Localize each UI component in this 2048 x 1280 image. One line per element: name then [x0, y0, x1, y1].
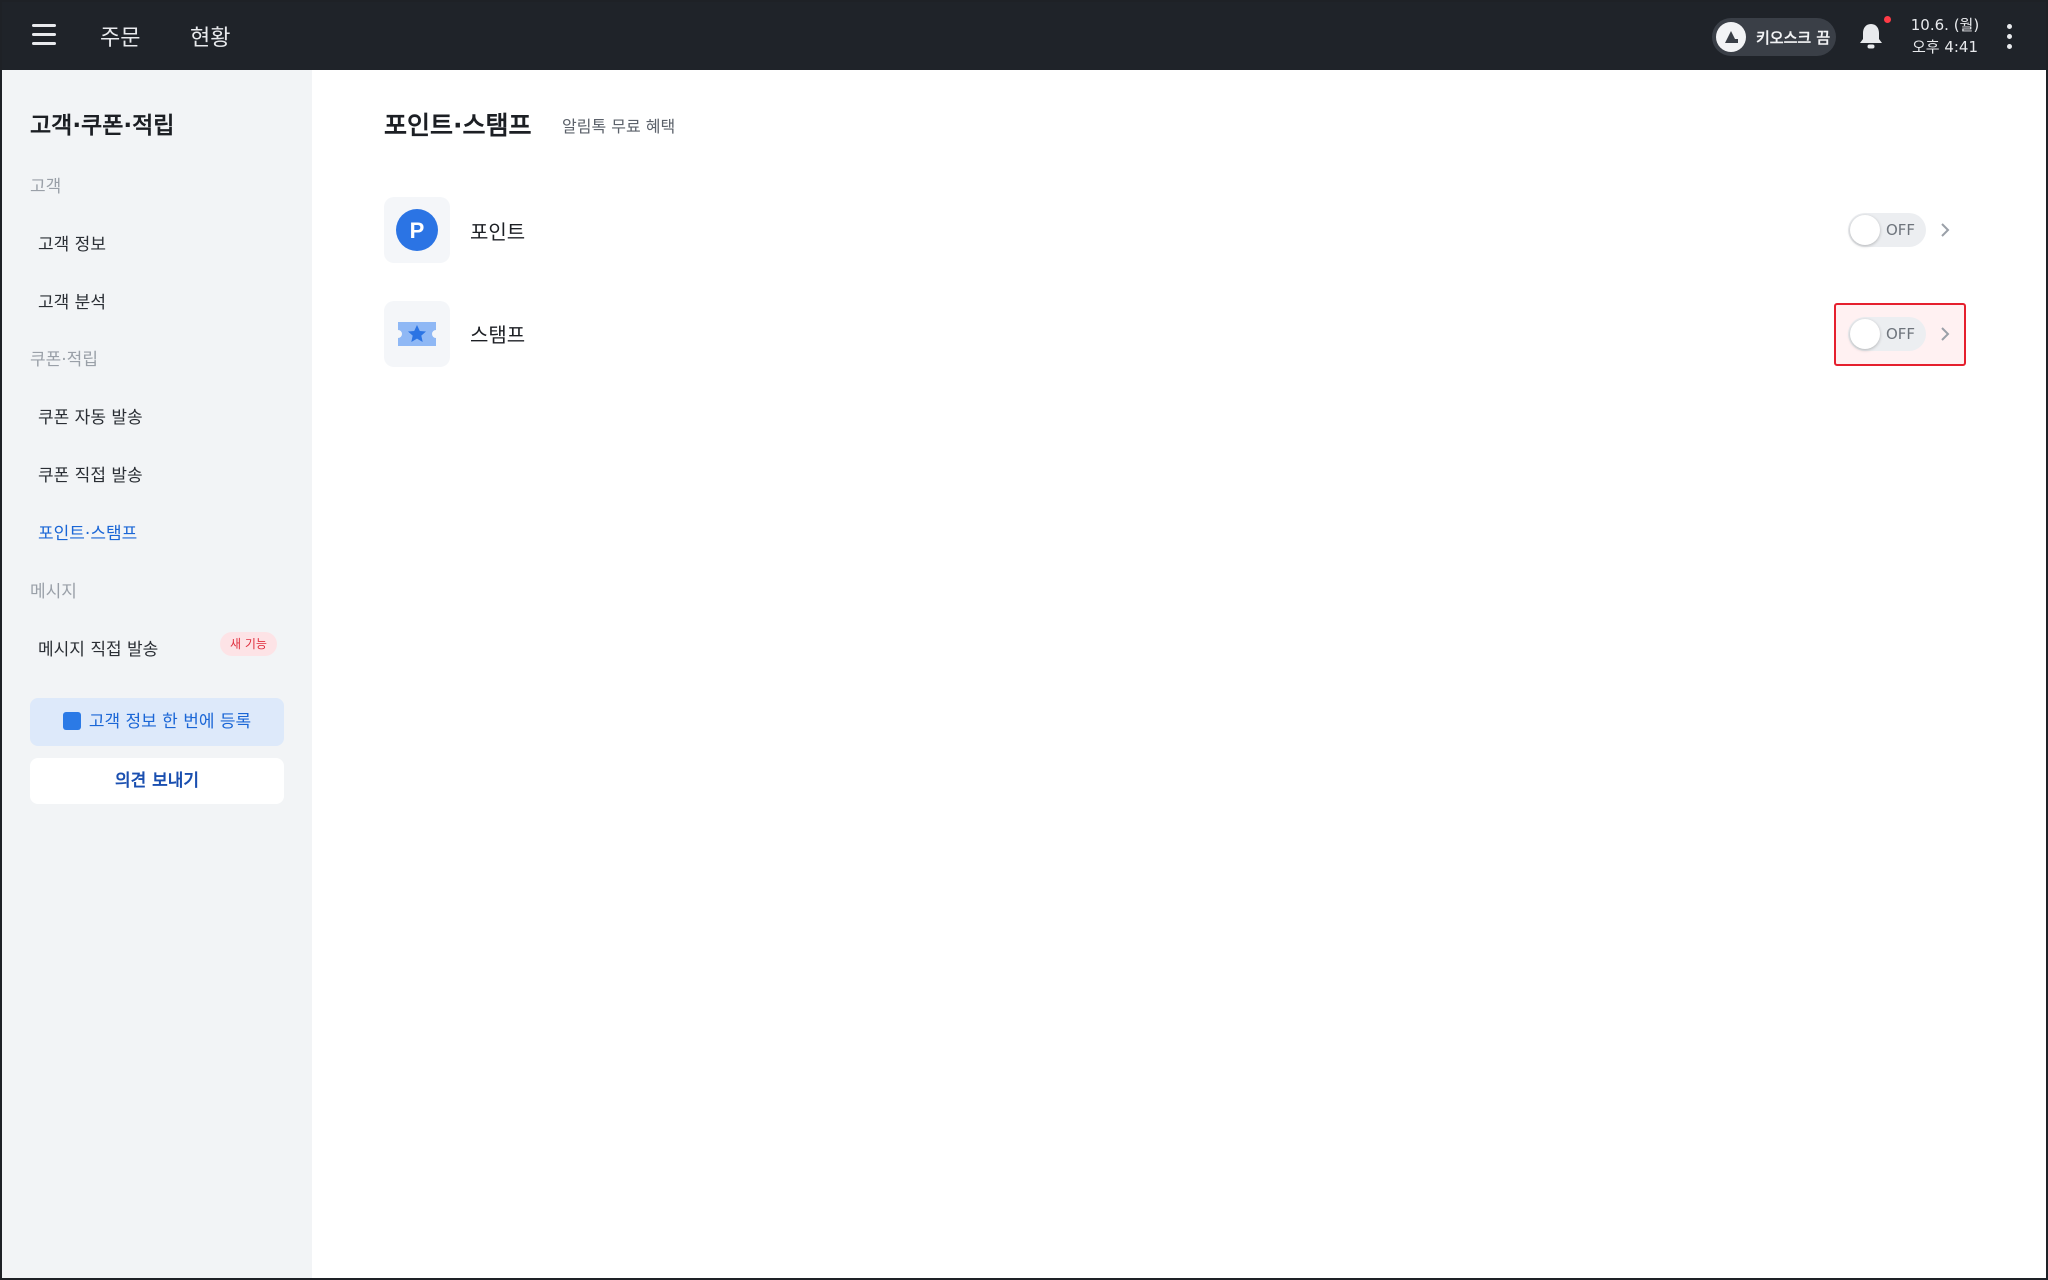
- sidebar-title: 고객·쿠폰·적립: [30, 113, 175, 139]
- point-toggle[interactable]: OFF: [1848, 213, 1926, 247]
- bell-icon[interactable]: [1858, 22, 1884, 50]
- app-window: 주문 현황 키오스크 끔 10.6. (월) 오후 4:41 고객·쿠폰·적립 …: [0, 0, 2048, 1280]
- point-icon: P: [384, 197, 450, 263]
- date-text: 10.6. (월): [1910, 16, 1980, 34]
- toggle-knob: [1850, 215, 1880, 245]
- sidebar-item-message-direct[interactable]: 메시지 직접 발송: [38, 635, 158, 660]
- stamp-label[interactable]: 스탬프: [470, 319, 525, 348]
- chevron-right-icon[interactable]: [1938, 220, 1952, 240]
- register-customers-button[interactable]: 고객 정보 한 번에 등록: [30, 698, 284, 746]
- page-subtitle: 알림톡 무료 혜택: [562, 117, 676, 136]
- menu-icon[interactable]: [32, 24, 56, 46]
- stamp-toggle[interactable]: OFF: [1848, 317, 1926, 351]
- page-title: 포인트·스탬프: [384, 111, 532, 140]
- chevron-right-icon[interactable]: [1938, 324, 1952, 344]
- time-text: 오후 4:41: [1911, 38, 1979, 56]
- toggle-state: OFF: [1886, 325, 1916, 343]
- section-message: 메시지: [30, 582, 77, 602]
- sidebar-item-point-stamp[interactable]: 포인트·스탬프: [38, 519, 137, 544]
- more-icon[interactable]: [2004, 24, 2014, 50]
- new-feature-badge: 새 기능: [220, 632, 277, 656]
- sidebar-item-customer-analysis[interactable]: 고객 분석: [38, 288, 106, 313]
- section-customer: 고객: [30, 177, 62, 197]
- register-button-label: 고객 정보 한 번에 등록: [88, 712, 252, 732]
- notification-dot: [1884, 16, 1891, 23]
- sidebar-item-coupon-direct[interactable]: 쿠폰 직접 발송: [38, 461, 143, 486]
- tab-status[interactable]: 현황: [190, 20, 230, 52]
- point-label[interactable]: 포인트: [470, 216, 525, 245]
- kiosk-icon: [1716, 22, 1746, 52]
- toggle-state: OFF: [1886, 221, 1916, 239]
- sidebar-item-coupon-auto[interactable]: 쿠폰 자동 발송: [38, 403, 143, 428]
- sidebar: 고객·쿠폰·적립 고객 고객 정보 고객 분석 쿠폰·적립 쿠폰 자동 발송 쿠…: [2, 70, 312, 1278]
- kiosk-label: 키오스크 끔: [1756, 29, 1831, 47]
- point-glyph: P: [410, 218, 425, 243]
- datetime: 10.6. (월) 오후 4:41: [1910, 14, 1980, 58]
- stamp-icon: [384, 301, 450, 367]
- register-icon: [62, 712, 81, 730]
- toggle-knob: [1850, 319, 1880, 349]
- tab-orders[interactable]: 주문: [100, 20, 140, 52]
- top-bar: 주문 현황 키오스크 끔 10.6. (월) 오후 4:41: [2, 2, 2046, 70]
- send-feedback-button[interactable]: 의견 보내기: [30, 758, 284, 804]
- section-coupon: 쿠폰·적립: [30, 350, 98, 370]
- kiosk-toggle-button[interactable]: 키오스크 끔: [1712, 18, 1836, 56]
- sidebar-item-customer-info[interactable]: 고객 정보: [38, 230, 106, 255]
